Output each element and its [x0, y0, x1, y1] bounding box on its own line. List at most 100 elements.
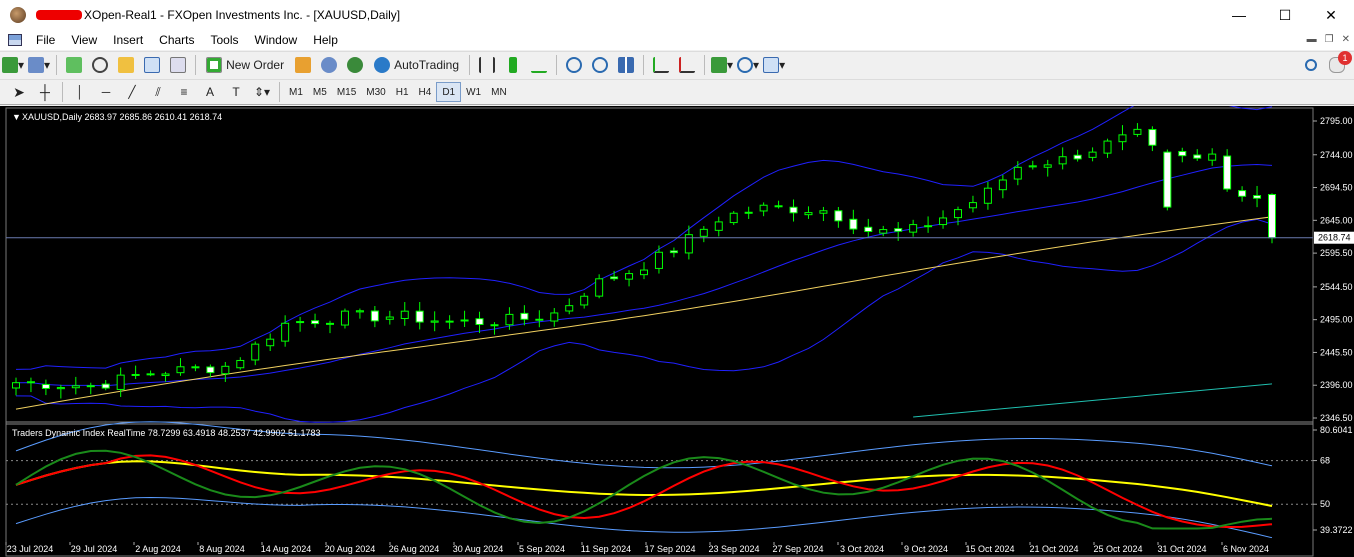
- candlestick-button[interactable]: [502, 54, 524, 76]
- data-window-button[interactable]: [89, 54, 111, 76]
- trendline-button[interactable]: ╱: [121, 81, 143, 103]
- menu-bar: File View Insert Charts Tools Window Hel…: [0, 30, 1354, 50]
- experts-button[interactable]: [318, 54, 340, 76]
- bullish-candle: [998, 179, 1007, 191]
- date-tick-label: 27 Sep 2024: [772, 544, 823, 554]
- templates-button[interactable]: ▾: [763, 54, 785, 76]
- new-order-button[interactable]: New Order: [202, 54, 288, 76]
- date-tick-label: 26 Aug 2024: [389, 544, 440, 554]
- timeframe-h4[interactable]: H4: [414, 82, 437, 102]
- maximize-button[interactable]: ☐: [1262, 0, 1308, 30]
- strategy-tester-button[interactable]: [167, 54, 189, 76]
- zoom-in-button[interactable]: [563, 54, 585, 76]
- cursor-button[interactable]: ➤: [8, 81, 30, 103]
- alert-count-badge: 1: [1338, 51, 1352, 65]
- indicator-tick-label: 50: [1320, 499, 1330, 509]
- symbol-dropdown-icon[interactable]: ▼: [12, 112, 21, 122]
- mdi-restore-icon[interactable]: ❐: [1325, 34, 1334, 45]
- signals-button[interactable]: [344, 54, 366, 76]
- toolbar-separator: [643, 55, 645, 75]
- toolbar-separator: [62, 82, 63, 102]
- arrows-button[interactable]: ⇕▾: [251, 81, 273, 103]
- menu-file[interactable]: File: [28, 30, 63, 50]
- indicator-tick-label: 39.3722: [1320, 525, 1353, 535]
- timeframe-m15[interactable]: M15: [332, 82, 361, 102]
- bar-chart-button[interactable]: [476, 54, 498, 76]
- bearish-candle: [26, 381, 35, 384]
- timeframe-m1[interactable]: M1: [284, 82, 308, 102]
- app-logo-icon: [10, 7, 26, 23]
- metaeditor-button[interactable]: [292, 54, 314, 76]
- timeframe-d1[interactable]: D1: [436, 82, 462, 102]
- fibonacci-button[interactable]: ≡: [173, 81, 195, 103]
- bearish-candle: [520, 312, 529, 320]
- line-chart-button[interactable]: [528, 54, 550, 76]
- toolbar-separator: [556, 55, 558, 75]
- mdi-close-icon[interactable]: ✕: [1342, 34, 1350, 45]
- bullish-candle: [71, 385, 80, 389]
- menu-window[interactable]: Window: [247, 30, 306, 50]
- terminal-icon: [144, 57, 161, 73]
- menu-charts[interactable]: Charts: [151, 30, 202, 50]
- autoscroll-button[interactable]: [650, 54, 672, 76]
- bullish-candle: [161, 373, 170, 377]
- date-tick-label: 6 Nov 2024: [1223, 544, 1269, 554]
- bullish-candle: [565, 305, 574, 312]
- equidistant-channel-button[interactable]: ⫽: [147, 81, 169, 103]
- timeframe-w1[interactable]: W1: [461, 82, 486, 102]
- text-button[interactable]: A: [199, 81, 221, 103]
- price-tick-label: 2795.00: [1320, 116, 1353, 126]
- new-chart-button[interactable]: ▾: [2, 54, 24, 76]
- vertical-line-button[interactable]: │: [69, 81, 91, 103]
- minimize-button[interactable]: —: [1216, 0, 1262, 30]
- bearish-candle: [789, 206, 798, 214]
- bullish-candle: [699, 228, 708, 237]
- navigator-button[interactable]: [115, 54, 137, 76]
- bearish-candle: [490, 324, 499, 327]
- bullish-candle: [236, 359, 245, 369]
- zoom-out-button[interactable]: [589, 54, 611, 76]
- signal-icon: [347, 57, 364, 73]
- chart-header: XAUUSD,Daily 2683.97 2685.86 2610.41 261…: [22, 112, 222, 122]
- terminal-button[interactable]: [141, 54, 163, 76]
- tile-windows-button[interactable]: [615, 54, 637, 76]
- bullish-candle: [430, 320, 439, 323]
- horizontal-line-button[interactable]: ─: [95, 81, 117, 103]
- market-watch-button[interactable]: [63, 54, 85, 76]
- bullish-candle: [729, 212, 738, 224]
- profiles-button[interactable]: ▾: [28, 54, 50, 76]
- timeframe-m5[interactable]: M5: [308, 82, 332, 102]
- bullish-candle: [580, 295, 589, 306]
- timeframe-mn[interactable]: MN: [486, 82, 512, 102]
- bearish-candle: [1073, 154, 1082, 160]
- star-folder-icon: [118, 57, 135, 73]
- menu-tools[interactable]: Tools: [203, 30, 247, 50]
- bullish-candle: [804, 212, 813, 216]
- bullish-candle: [1088, 151, 1097, 158]
- alerts-button[interactable]: 1: [1326, 51, 1352, 76]
- chart-shift-button[interactable]: [676, 54, 698, 76]
- toolbar-separator: [56, 55, 58, 75]
- chart-window-icon[interactable]: [8, 34, 22, 46]
- bullish-candle: [176, 366, 185, 374]
- bullish-candle: [924, 225, 933, 228]
- crosshair-button[interactable]: ┼: [34, 81, 56, 103]
- bullish-candle: [819, 210, 828, 214]
- search-button[interactable]: [1300, 54, 1322, 76]
- timeframe-m30[interactable]: M30: [361, 82, 390, 102]
- autotrading-button[interactable]: AutoTrading: [370, 54, 463, 76]
- mdi-minimize-icon[interactable]: ▬: [1307, 34, 1317, 45]
- periods-button[interactable]: ▾: [737, 54, 759, 76]
- bullish-candle: [535, 318, 544, 321]
- menu-view[interactable]: View: [63, 30, 105, 50]
- price-chart[interactable]: 2618.74 2795.00 2744.00 2694.50 2645.00 2595…: [0, 106, 1354, 557]
- timeframe-h1[interactable]: H1: [391, 82, 414, 102]
- text-label-button[interactable]: T: [225, 81, 247, 103]
- date-tick-label: 15 Oct 2024: [965, 544, 1014, 554]
- indicators-button[interactable]: ▾: [711, 54, 733, 76]
- tdi-rsi-price-line: [15, 449, 1273, 530]
- date-tick-label: 5 Sep 2024: [519, 544, 565, 554]
- menu-insert[interactable]: Insert: [105, 30, 151, 50]
- menu-help[interactable]: Help: [305, 30, 346, 50]
- close-button[interactable]: ✕: [1308, 0, 1354, 30]
